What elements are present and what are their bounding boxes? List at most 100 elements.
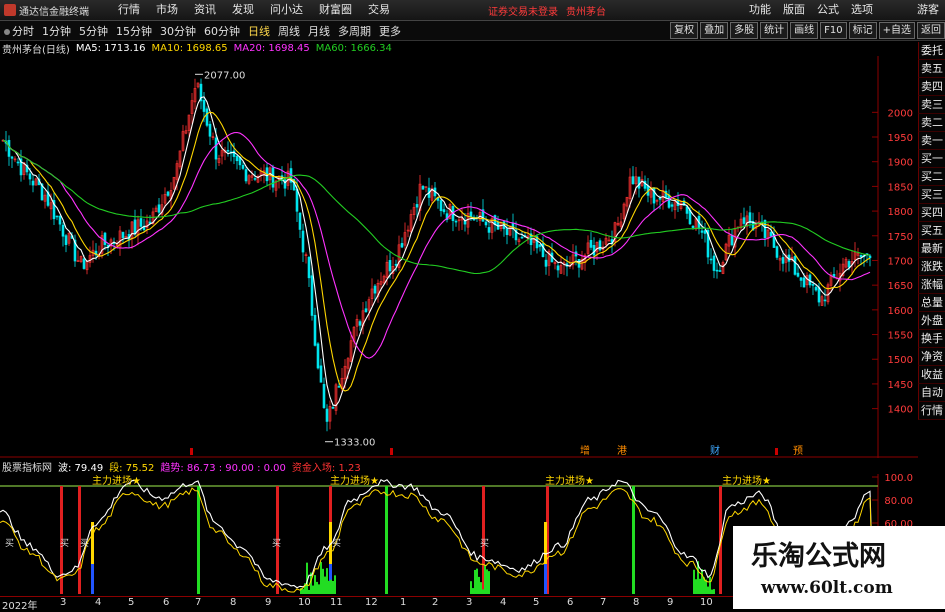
period-30min[interactable]: 30分钟 [156, 23, 200, 39]
candle-body [325, 408, 329, 422]
main-force-label: 主力进场★ [330, 474, 379, 487]
overlay-button[interactable]: 叠加 [700, 22, 729, 39]
sidebar-item[interactable]: 涨幅 [918, 276, 945, 294]
menu-item-market[interactable]: 市场 [148, 0, 186, 20]
menu-item-quotes[interactable]: 行情 [110, 0, 148, 20]
mark-button[interactable]: 标记 [848, 22, 877, 39]
date-label: 12 [365, 597, 378, 608]
sidebar-item[interactable]: 最新 [918, 240, 945, 258]
date-label: 5 [128, 597, 135, 608]
app-logo: 通达信金融终端 [0, 3, 110, 18]
date-label: 11 [330, 597, 343, 608]
statistics-button[interactable]: 统计 [760, 22, 789, 39]
draw-line-button[interactable]: 画线 [790, 22, 819, 39]
sidebar-item[interactable]: 买一 [918, 150, 945, 168]
event-tick [190, 448, 193, 455]
sidebar-item[interactable]: 买三 [918, 186, 945, 204]
period-intraday[interactable]: 分时 [0, 23, 38, 39]
period-monthly[interactable]: 月线 [304, 23, 334, 39]
menu-item-formula[interactable]: 公式 [811, 0, 845, 20]
candlestick-chart[interactable]: 2000 1950 1900 1850 1800 1750 1700 1650 1600 1550… [0, 56, 918, 458]
period-5min[interactable]: 5分钟 [75, 23, 112, 39]
main-force-label: 主力进场★ [92, 474, 141, 487]
guest-login[interactable]: 游客 [911, 0, 945, 20]
date-label: 6 [163, 597, 170, 608]
candle-body [298, 212, 302, 230]
sidebar-item[interactable]: 买四 [918, 204, 945, 222]
candle-body [241, 164, 245, 169]
sidebar-item[interactable]: 换手 [918, 330, 945, 348]
add-watchlist-button[interactable]: +自选 [878, 22, 915, 39]
date-label: 3 [466, 597, 473, 608]
candle-body [139, 218, 143, 227]
menu-item-wealth[interactable]: 财富圈 [311, 0, 360, 20]
sidebar-item[interactable]: 卖二 [918, 114, 945, 132]
buy-mark: 买 [60, 538, 69, 549]
candle-body [592, 245, 596, 256]
candle-body [538, 244, 542, 247]
candle-body [589, 239, 593, 248]
date-label: 9 [265, 597, 272, 608]
f10-button[interactable]: F10 [820, 22, 847, 39]
back-button[interactable]: 返回 [917, 22, 945, 39]
menu-item-function[interactable]: 功能 [743, 0, 777, 20]
menu-item-discover[interactable]: 发现 [224, 0, 262, 20]
period-weekly[interactable]: 周线 [274, 23, 304, 39]
sidebar-item[interactable]: 行情 [918, 402, 945, 420]
menu-item-news[interactable]: 资讯 [186, 0, 224, 20]
candle-body [82, 258, 86, 269]
candle-body [316, 343, 320, 369]
sidebar-item[interactable]: 收益 [918, 366, 945, 384]
price-label: 1800 [888, 207, 913, 218]
sidebar-item[interactable]: 卖五 [918, 60, 945, 78]
sidebar-item[interactable]: 卖四 [918, 78, 945, 96]
candle-body [691, 225, 695, 228]
candle-body [487, 227, 491, 233]
sidebar-item[interactable]: 外盘 [918, 312, 945, 330]
candle-body [394, 263, 398, 266]
candle-body [31, 180, 35, 186]
period-1min[interactable]: 1分钟 [38, 23, 75, 39]
menu-item-ask[interactable]: 问小达 [262, 0, 311, 20]
price-label: 1650 [888, 281, 913, 292]
fund-bar [707, 586, 709, 594]
sidebar-item[interactable]: 总量 [918, 294, 945, 312]
candle-body [202, 100, 206, 112]
candle-body [310, 275, 314, 316]
stock-title[interactable]: 贵州茅台(日线) [2, 41, 70, 56]
period-15min[interactable]: 15分钟 [112, 23, 156, 39]
sidebar-item[interactable]: 买二 [918, 168, 945, 186]
menu-item-layout[interactable]: 版面 [777, 0, 811, 20]
sidebar-item[interactable]: 涨跌 [918, 258, 945, 276]
sidebar-item[interactable]: 买五 [918, 222, 945, 240]
period-daily[interactable]: 日线 [244, 23, 274, 39]
multi-stock-button[interactable]: 多股 [730, 22, 759, 39]
fund-bar [320, 562, 322, 594]
adjust-button[interactable]: 复权 [670, 22, 699, 39]
sidebar-item[interactable]: 自动 [918, 384, 945, 402]
period-more[interactable]: 更多 [375, 23, 405, 39]
login-notice[interactable]: 证券交易未登录 [488, 3, 558, 18]
candle-body [637, 176, 641, 189]
menu-item-trade[interactable]: 交易 [360, 0, 398, 20]
sidebar-item[interactable]: 委托 [918, 42, 945, 60]
period-label: 分时 [12, 24, 34, 38]
fund-bar [482, 589, 484, 594]
date-label: 1 [400, 597, 407, 608]
candle-body [10, 156, 14, 159]
event-marker: 预 [793, 445, 803, 457]
candle-body [358, 321, 362, 326]
period-multi[interactable]: 多周期 [334, 23, 375, 39]
candle-body [295, 188, 299, 212]
indicator-name[interactable]: 股票指标网 [2, 459, 52, 474]
sidebar-item[interactable]: 净资 [918, 348, 945, 366]
sidebar-item[interactable]: 卖三 [918, 96, 945, 114]
menu-item-options[interactable]: 选项 [845, 0, 879, 20]
fund-bar [302, 589, 304, 594]
candle-body [847, 261, 851, 268]
ma10-value: MA10: 1698.65 [151, 43, 228, 54]
fund-bar [486, 569, 488, 594]
sidebar-item[interactable]: 卖一 [918, 132, 945, 150]
ma10-line [2, 111, 871, 392]
period-60min[interactable]: 60分钟 [200, 23, 244, 39]
